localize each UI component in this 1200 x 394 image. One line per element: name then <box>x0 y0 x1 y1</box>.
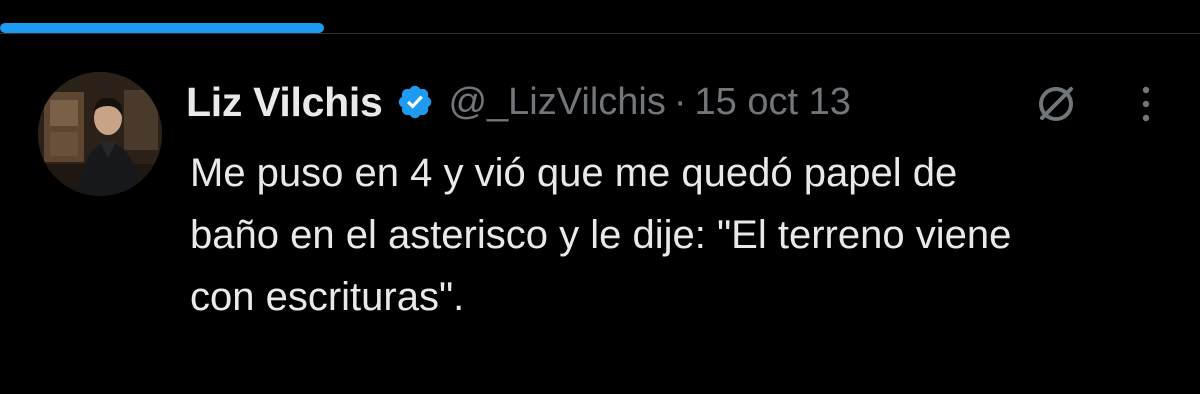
more-button[interactable] <box>1122 78 1170 130</box>
divider <box>0 33 1200 34</box>
tweet-header: Liz Vilchis @_LizVilchis · 15 oct 13 <box>186 74 851 130</box>
grok-icon <box>1039 87 1073 121</box>
tweet-timestamp[interactable]: 15 oct 13 <box>695 81 851 124</box>
avatar[interactable] <box>38 72 162 196</box>
author-handle[interactable]: @_LizVilchis <box>448 81 665 124</box>
author-name[interactable]: Liz Vilchis <box>186 79 383 126</box>
avatar-photo <box>38 72 162 196</box>
grok-button[interactable] <box>1030 78 1082 130</box>
video-progress-fill <box>0 23 324 33</box>
video-progress-bar[interactable] <box>0 23 1200 33</box>
more-vertical-icon <box>1142 86 1150 122</box>
tweet-text: Me puso en 4 y vió que me quedó papel de… <box>190 151 1012 319</box>
separator: · <box>673 80 687 123</box>
verified-badge-icon[interactable] <box>396 83 434 121</box>
